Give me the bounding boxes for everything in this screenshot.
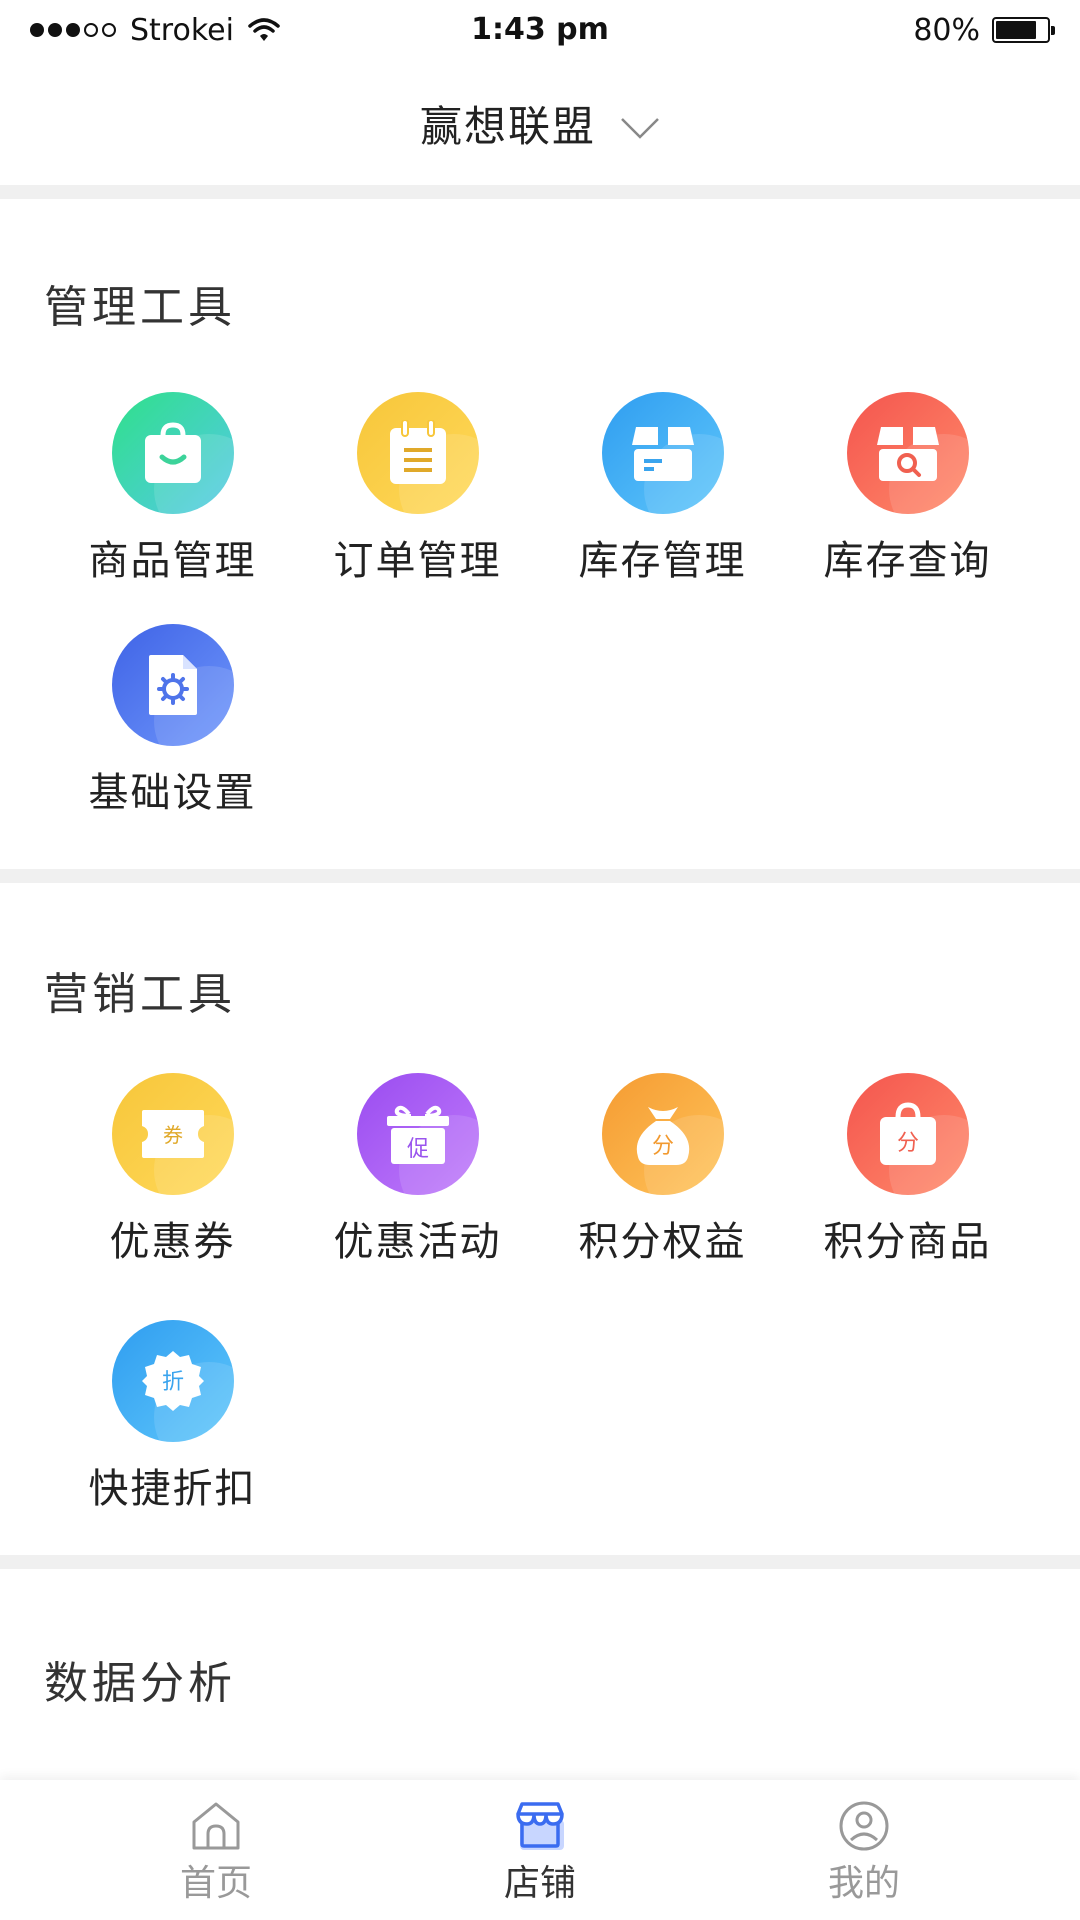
tool-label: 商品管理 bbox=[88, 538, 257, 584]
tool-label: 积分商品 bbox=[823, 1219, 992, 1265]
tool-label: 库存查询 bbox=[823, 538, 992, 584]
tool-quick-discount[interactable]: 折 快捷折扣 bbox=[50, 1320, 295, 1514]
divider bbox=[0, 869, 1080, 883]
svg-text:折: 折 bbox=[161, 1370, 183, 1395]
store-switcher[interactable]: 赢想联盟 bbox=[0, 62, 1080, 185]
tool-label: 积分权益 bbox=[578, 1219, 747, 1265]
store-icon bbox=[516, 1802, 564, 1850]
shopping-bag-icon bbox=[111, 392, 234, 514]
tab-profile[interactable]: 我的 bbox=[764, 1780, 964, 1920]
store-page: Strokei 1:43 pm 80% 赢想联盟 管理工具 商品管理 订单管理 … bbox=[0, 0, 1080, 1920]
settings-document-icon bbox=[111, 624, 234, 746]
divider bbox=[0, 1555, 1080, 1569]
tool-label: 库存管理 bbox=[578, 538, 747, 584]
status-right: 80% bbox=[913, 12, 1055, 48]
section-title: 营销工具 bbox=[44, 969, 236, 1020]
tab-home[interactable]: 首页 bbox=[116, 1780, 316, 1920]
tool-label: 基础设置 bbox=[88, 770, 257, 816]
bottom-tab-bar: 首页 店铺 我的 bbox=[0, 1780, 1080, 1920]
section-title: 数据分析 bbox=[44, 1658, 236, 1709]
battery-percent: 80% bbox=[913, 12, 980, 48]
tab-label: 首页 bbox=[179, 1863, 252, 1904]
points-bag-icon: 分 bbox=[846, 1073, 969, 1195]
tool-promotion-activity[interactable]: 促 优惠活动 bbox=[295, 1073, 540, 1267]
section-title: 管理工具 bbox=[44, 282, 236, 333]
tool-label: 订单管理 bbox=[333, 538, 502, 584]
divider bbox=[0, 185, 1080, 199]
inventory-search-icon bbox=[846, 392, 969, 514]
promotion-gift-icon: 促 bbox=[356, 1073, 479, 1195]
tool-points-products[interactable]: 分 积分商品 bbox=[785, 1073, 1030, 1267]
discount-badge-icon: 折 bbox=[111, 1320, 234, 1442]
tool-order-management[interactable]: 订单管理 bbox=[295, 392, 540, 586]
profile-icon bbox=[839, 1801, 889, 1851]
tool-label: 快捷折扣 bbox=[88, 1466, 257, 1512]
coupon-icon: 券 bbox=[111, 1073, 234, 1195]
tool-coupon[interactable]: 券 优惠券 bbox=[50, 1073, 295, 1267]
chevron-down-icon[interactable] bbox=[620, 116, 660, 140]
battery-icon bbox=[992, 17, 1055, 43]
store-name: 赢想联盟 bbox=[419, 102, 596, 151]
order-notepad-icon bbox=[356, 392, 479, 514]
tool-basic-settings[interactable]: 基础设置 bbox=[50, 624, 295, 818]
home-icon bbox=[192, 1802, 240, 1850]
marketing-tools-section: 营销工具 券 优惠券 促 优惠活动 分 积分权益 分 积分商品 折 快捷折扣 bbox=[0, 883, 1080, 1555]
tool-points-benefits[interactable]: 分 积分权益 bbox=[540, 1073, 785, 1267]
status-bar: Strokei 1:43 pm 80% bbox=[0, 0, 1080, 62]
tool-label: 优惠券 bbox=[109, 1219, 236, 1265]
tool-label: 优惠活动 bbox=[333, 1219, 502, 1265]
points-moneybag-icon: 分 bbox=[601, 1073, 724, 1195]
svg-text:分: 分 bbox=[651, 1134, 673, 1159]
tab-label: 我的 bbox=[827, 1863, 900, 1904]
tool-inventory-management[interactable]: 库存管理 bbox=[540, 392, 785, 586]
tool-product-management[interactable]: 商品管理 bbox=[50, 392, 295, 586]
svg-text:促: 促 bbox=[406, 1137, 428, 1162]
inventory-box-icon bbox=[601, 392, 724, 514]
tab-label: 店铺 bbox=[503, 1863, 576, 1904]
svg-text:分: 分 bbox=[896, 1131, 918, 1156]
data-analytics-section: 数据分析 bbox=[0, 1569, 1080, 1780]
tab-store[interactable]: 店铺 bbox=[440, 1780, 640, 1920]
svg-text:券: 券 bbox=[163, 1123, 183, 1147]
management-tools-section: 管理工具 商品管理 订单管理 库存管理 库存查询 基础设置 bbox=[0, 199, 1080, 869]
tool-inventory-query[interactable]: 库存查询 bbox=[785, 392, 1030, 586]
